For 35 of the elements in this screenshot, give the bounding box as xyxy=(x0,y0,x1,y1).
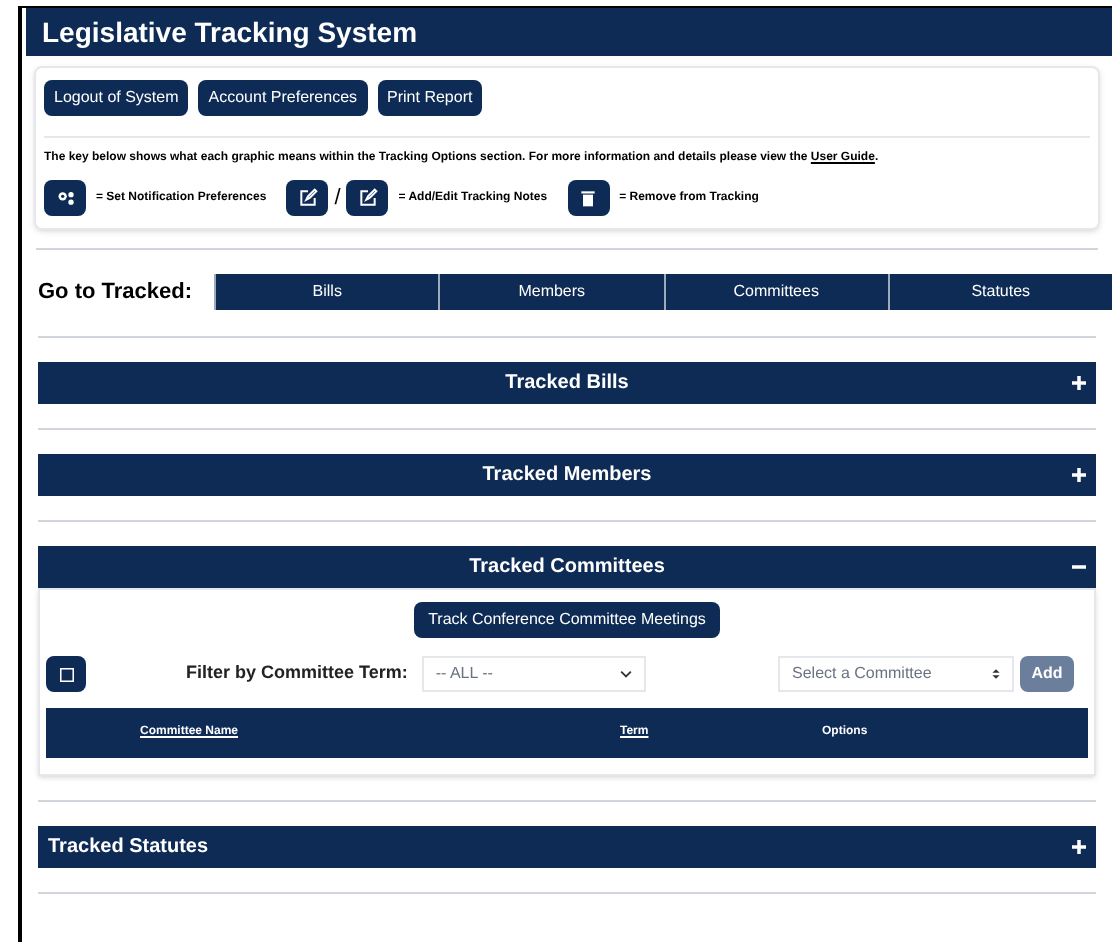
filter-label: Filter by Committee Term: xyxy=(186,660,408,687)
nav-tab[interactable]: Statutes xyxy=(887,274,1112,310)
gears-icon xyxy=(44,180,86,216)
section-header[interactable]: Tracked Bills xyxy=(38,362,1096,404)
checkbox[interactable] xyxy=(59,667,73,681)
separator-slash: / xyxy=(334,183,341,214)
title-bar: Legislative Tracking System xyxy=(26,8,1112,56)
section-title: Tracked Statutes xyxy=(48,834,209,862)
trash-icon xyxy=(567,180,610,216)
section-title: Tracked Committees xyxy=(469,554,665,582)
edit-icon xyxy=(346,180,389,216)
edit-icon xyxy=(286,180,329,216)
toolbar-button[interactable]: Account Preferences xyxy=(198,80,368,116)
nav-tab[interactable]: Bills xyxy=(214,274,439,310)
section-header[interactable]: Tracked Statutes xyxy=(38,826,1096,868)
nav-tab[interactable]: Members xyxy=(438,274,663,310)
nav-tab[interactable]: Committees xyxy=(663,274,888,310)
expand-icon[interactable] xyxy=(1072,840,1086,854)
sort-icon xyxy=(992,668,1000,680)
term-select[interactable]: -- ALL -- xyxy=(421,656,646,692)
toolbar-button[interactable]: Logout of System xyxy=(44,80,189,116)
section-header[interactable]: Tracked Members xyxy=(38,454,1096,496)
expand-icon[interactable] xyxy=(1072,468,1086,482)
chevron-icon xyxy=(619,668,632,680)
section-header[interactable]: Tracked Committees xyxy=(38,546,1096,588)
conference-button[interactable]: Track Conference Committee Meetings xyxy=(414,602,720,638)
collapse-icon[interactable] xyxy=(1072,560,1086,574)
add-button: Add xyxy=(1020,656,1074,692)
committee-select[interactable]: Select a Committee xyxy=(778,656,1014,692)
select-all-button[interactable] xyxy=(46,656,86,692)
section-title: Tracked Members xyxy=(482,462,652,490)
section-title: Tracked Bills xyxy=(505,370,629,398)
go-to-label: Go to Tracked: xyxy=(38,277,195,308)
expand-icon[interactable] xyxy=(1072,376,1086,390)
toolbar-button[interactable]: Print Report xyxy=(377,80,483,116)
